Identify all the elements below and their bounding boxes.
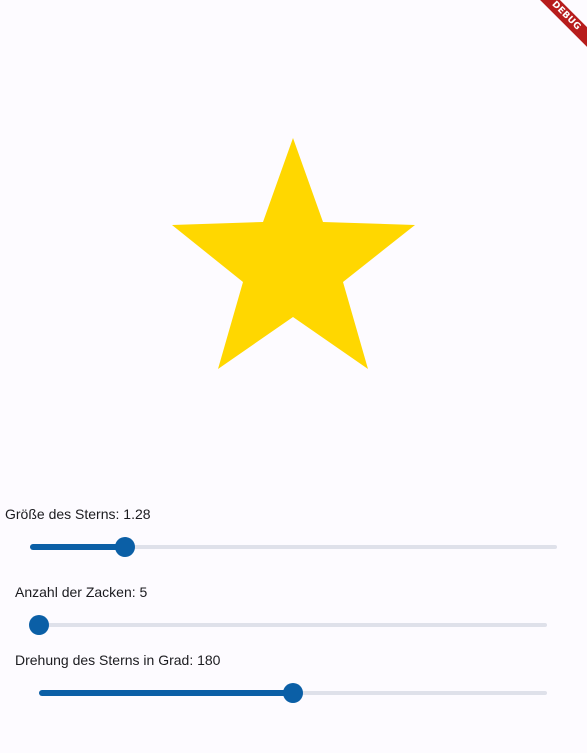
star-points-slider-thumb[interactable]: [29, 615, 49, 635]
star-points-slider-track[interactable]: [39, 623, 547, 627]
star-size-slider-thumb[interactable]: [115, 537, 135, 557]
star-canvas: [0, 0, 587, 500]
star-rotation-value: 180: [197, 652, 221, 668]
star-size-slider-active-track: [30, 544, 125, 550]
star-shape: [172, 138, 415, 369]
star-rotation-slider[interactable]: [39, 683, 547, 703]
star-rotation-slider-thumb[interactable]: [283, 683, 303, 703]
star-rotation-label: Drehung des Sterns in Grad: 180: [15, 651, 220, 669]
star-size-value: 1.28: [123, 506, 151, 522]
star-svg: [172, 138, 415, 369]
star-rotation-label-text: Drehung des Sterns in Grad:: [15, 652, 198, 668]
star-points-label: Anzahl der Zacken: 5: [15, 583, 147, 601]
star-points-label-text: Anzahl der Zacken:: [15, 584, 140, 600]
star-size-slider[interactable]: [30, 537, 557, 557]
star-points-slider[interactable]: [29, 615, 547, 635]
star-size-label: Größe des Sterns: 1.28: [5, 505, 151, 523]
star-rotation-slider-active-track: [39, 690, 293, 696]
star-size-label-text: Größe des Sterns:: [5, 506, 124, 522]
star-points-value: 5: [139, 584, 148, 600]
